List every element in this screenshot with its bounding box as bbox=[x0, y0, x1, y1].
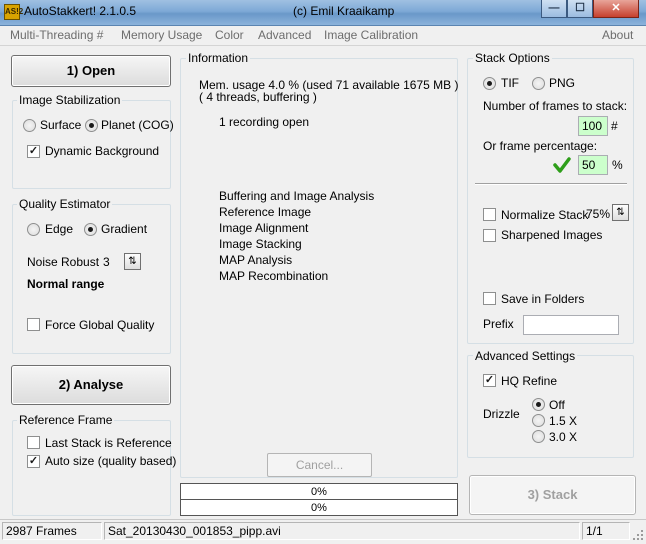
information-title: Information bbox=[186, 51, 251, 65]
step-map-analysis: MAP Analysis bbox=[219, 253, 293, 267]
menu-image-calibration[interactable]: Image Calibration bbox=[324, 28, 418, 42]
frame-percentage-input[interactable]: 50 bbox=[578, 155, 608, 175]
save-in-folders-checkbox[interactable] bbox=[483, 292, 496, 305]
normalize-stack-checkbox[interactable] bbox=[483, 208, 496, 221]
drizzle-off-label: Off bbox=[549, 398, 565, 412]
reference-frame-title: Reference Frame bbox=[17, 413, 115, 427]
progress-bar-1: 0% bbox=[180, 483, 458, 500]
reference-frame-group bbox=[12, 420, 171, 516]
checkmark-icon bbox=[553, 156, 571, 174]
close-button[interactable]: ✕ bbox=[593, 0, 639, 18]
window-title: AutoStakkert! 2.1.0.5 bbox=[24, 4, 137, 18]
percent-unit: % bbox=[612, 158, 623, 172]
dynamic-background-checkbox[interactable]: ✓ bbox=[27, 145, 40, 158]
last-stack-reference-checkbox[interactable] bbox=[27, 436, 40, 449]
minimize-button[interactable]: — bbox=[541, 0, 567, 18]
frames-to-stack-input[interactable]: 100 bbox=[578, 116, 608, 136]
planet-label: Planet (COG) bbox=[101, 118, 174, 132]
prefix-input[interactable] bbox=[523, 315, 619, 335]
analyse-button[interactable]: 2) Analyse bbox=[11, 365, 171, 405]
gradient-label: Gradient bbox=[101, 222, 148, 236]
stack-options-title: Stack Options bbox=[473, 51, 552, 65]
force-global-quality-checkbox[interactable] bbox=[27, 318, 40, 331]
status-page: 1/1 bbox=[582, 522, 630, 540]
menu-multi-threading[interactable]: Multi-Threading # bbox=[10, 28, 103, 42]
step-buffering: Buffering and Image Analysis bbox=[219, 189, 375, 203]
noise-robust-label: Noise Robust bbox=[27, 255, 100, 269]
prefix-label: Prefix bbox=[483, 317, 514, 331]
hq-refine-checkbox[interactable]: ✓ bbox=[483, 374, 496, 387]
step-reference-image: Reference Image bbox=[219, 205, 312, 219]
drizzle-1-5x-radio[interactable] bbox=[532, 414, 545, 427]
noise-robust-spinner-icon[interactable]: ⇅ bbox=[124, 253, 141, 270]
menu-about[interactable]: About bbox=[602, 28, 633, 42]
drizzle-3-0x-label: 3.0 X bbox=[549, 430, 578, 444]
frames-to-stack-label: Number of frames to stack: bbox=[483, 99, 628, 113]
normalize-stack-value: 75% bbox=[586, 207, 611, 221]
surface-radio[interactable] bbox=[23, 119, 36, 132]
resize-grip-icon[interactable] bbox=[632, 529, 644, 541]
menu-memory-usage[interactable]: Memory Usage bbox=[121, 28, 202, 42]
app-icon: AS!2 bbox=[4, 4, 23, 20]
menu-color[interactable]: Color bbox=[215, 28, 244, 42]
noise-range-label: Normal range bbox=[27, 277, 105, 291]
drizzle-off-radio[interactable] bbox=[532, 398, 545, 411]
recording-status-text: 1 recording open bbox=[219, 115, 310, 129]
drizzle-1-5x-label: 1.5 X bbox=[549, 414, 578, 428]
hq-refine-label: HQ Refine bbox=[501, 374, 558, 388]
edge-label: Edge bbox=[45, 222, 74, 236]
png-label: PNG bbox=[549, 76, 576, 90]
advanced-settings-title: Advanced Settings bbox=[473, 349, 578, 363]
last-stack-reference-label: Last Stack is Reference bbox=[45, 436, 172, 450]
step-image-stacking: Image Stacking bbox=[219, 237, 302, 251]
noise-robust-value: 3 bbox=[103, 255, 110, 269]
frame-percentage-label: Or frame percentage: bbox=[483, 139, 598, 153]
planet-radio[interactable] bbox=[85, 119, 98, 132]
surface-label: Surface bbox=[40, 118, 82, 132]
image-stabilization-title: Image Stabilization bbox=[17, 93, 123, 107]
quality-estimator-title: Quality Estimator bbox=[17, 197, 113, 211]
edge-radio[interactable] bbox=[27, 223, 40, 236]
cancel-button[interactable]: Cancel... bbox=[267, 453, 372, 477]
save-in-folders-label: Save in Folders bbox=[501, 292, 585, 306]
drizzle-3-0x-radio[interactable] bbox=[532, 430, 545, 443]
open-button[interactable]: 1) Open bbox=[11, 55, 171, 87]
threads-text: ( 4 threads, buffering ) bbox=[199, 90, 317, 104]
auto-size-label: Auto size (quality based) bbox=[45, 454, 177, 468]
sharpened-images-checkbox[interactable] bbox=[483, 229, 496, 242]
png-radio[interactable] bbox=[532, 77, 545, 90]
stack-button[interactable]: 3) Stack bbox=[469, 475, 636, 515]
normalize-stack-label: Normalize Stack bbox=[501, 208, 589, 222]
dynamic-background-label: Dynamic Background bbox=[45, 144, 160, 158]
frames-unit: # bbox=[611, 119, 618, 133]
normalize-spinner-icon[interactable]: ⇅ bbox=[612, 204, 629, 221]
maximize-button[interactable]: ☐ bbox=[567, 0, 593, 18]
menu-advanced[interactable]: Advanced bbox=[258, 28, 311, 42]
tif-radio[interactable] bbox=[483, 77, 496, 90]
auto-size-checkbox[interactable]: ✓ bbox=[27, 455, 40, 468]
step-image-alignment: Image Alignment bbox=[219, 221, 309, 235]
status-frames: 2987 Frames bbox=[2, 522, 102, 540]
window-author: (c) Emil Kraaikamp bbox=[293, 4, 395, 18]
stack-options-divider bbox=[475, 183, 627, 185]
step-map-recombination: MAP Recombination bbox=[219, 269, 329, 283]
tif-label: TIF bbox=[501, 76, 519, 90]
status-filename: Sat_20130430_001853_pipp.avi bbox=[104, 522, 580, 540]
force-global-quality-label: Force Global Quality bbox=[45, 318, 155, 332]
drizzle-label: Drizzle bbox=[483, 407, 520, 421]
sharpened-images-label: Sharpened Images bbox=[501, 228, 603, 242]
progress-bar-2: 0% bbox=[180, 499, 458, 516]
gradient-radio[interactable] bbox=[84, 223, 97, 236]
